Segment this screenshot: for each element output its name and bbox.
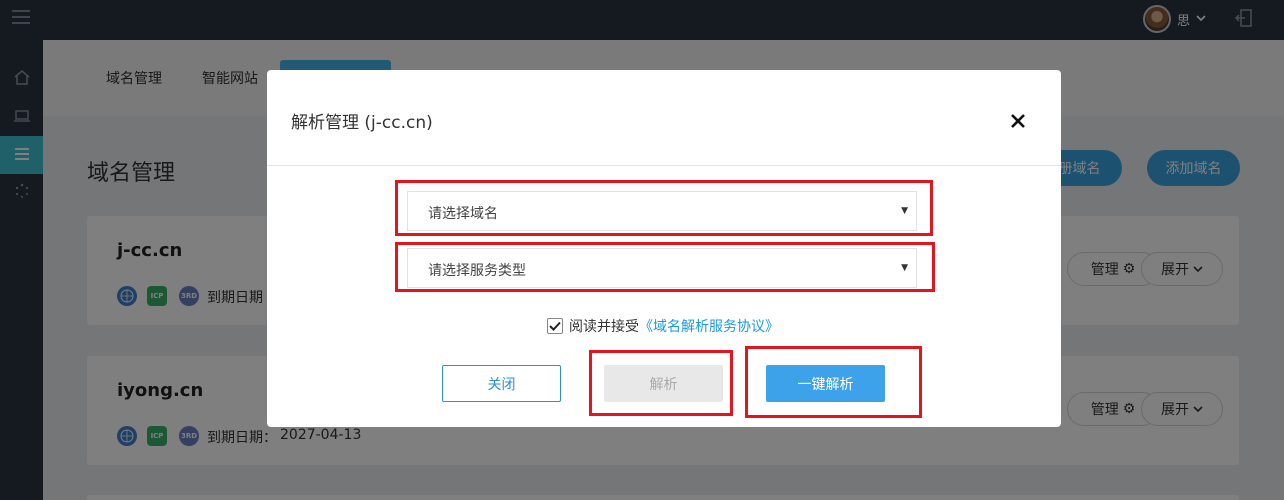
dns-management-dialog: 解析管理 (j-cc.cn) 请选择域名 ▼ 请选择服务类型 ▼ 阅读并接受 《…	[267, 70, 1061, 427]
agreement-row: 阅读并接受 《域名解析服务协议》	[547, 316, 779, 336]
agreement-link[interactable]: 《域名解析服务协议》	[639, 316, 779, 336]
domain-select-placeholder: 请选择域名	[428, 206, 498, 222]
service-type-select[interactable]: 请选择服务类型 ▼	[407, 248, 917, 288]
close-button[interactable]: 关闭	[442, 365, 561, 402]
parse-button[interactable]: 解析	[604, 365, 723, 402]
agree-checkbox[interactable]	[547, 318, 563, 334]
caret-down-icon: ▼	[901, 206, 908, 216]
caret-down-icon: ▼	[901, 263, 908, 273]
service-select-placeholder: 请选择服务类型	[428, 263, 526, 279]
agree-text: 阅读并接受	[569, 319, 639, 335]
close-icon[interactable]	[1007, 110, 1029, 132]
one-click-parse-button[interactable]: 一键解析	[766, 365, 885, 402]
domain-select[interactable]: 请选择域名 ▼	[407, 191, 917, 231]
dialog-title: 解析管理 (j-cc.cn)	[291, 113, 433, 133]
divider	[267, 165, 1061, 166]
